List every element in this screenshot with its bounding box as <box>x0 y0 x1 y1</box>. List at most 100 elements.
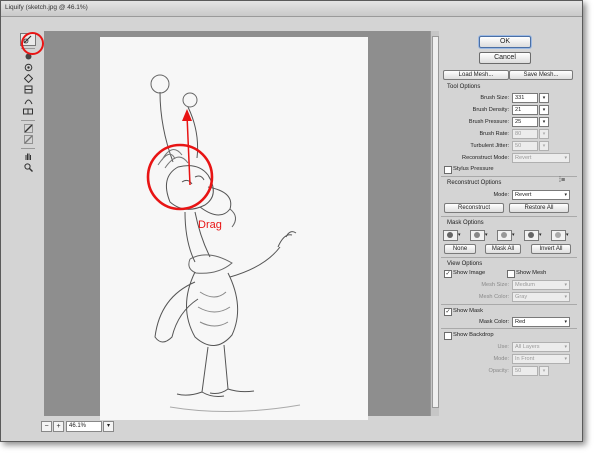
backdrop-opacity-field: 50 <box>512 366 538 376</box>
backdrop-opacity-dropdown-icon: ▾ <box>539 366 549 376</box>
mask-mode-buttons: ▾ ▾ ▾ ▾ ▾ <box>441 230 577 241</box>
ok-button[interactable]: OK <box>479 36 531 48</box>
zoom-in-button[interactable]: + <box>53 421 64 432</box>
add-to-selection-icon[interactable] <box>470 230 485 241</box>
backdrop-use-value: All Layers <box>515 344 540 350</box>
tool-separator <box>21 120 35 121</box>
turbulent-jitter-dropdown-icon: ▾ <box>539 141 549 151</box>
show-backdrop-label: Show Backdrop <box>453 332 494 338</box>
sketch-image[interactable]: Drag <box>100 37 368 420</box>
mask-none-button[interactable]: None <box>444 244 476 254</box>
twirl-tool-icon[interactable] <box>21 62 35 73</box>
scrollbar-thumb[interactable] <box>432 36 439 408</box>
backdrop-mode-select: In Front ▾ <box>512 354 570 364</box>
reconstruct-options-mode-value: Revert <box>515 192 532 198</box>
turbulent-jitter-label: Turbulent Jitter: <box>470 143 509 149</box>
save-mesh-button[interactable]: Save Mesh... <box>509 70 573 80</box>
chevron-down-icon[interactable]: ▾ <box>485 232 488 238</box>
mirror-tool-icon[interactable] <box>21 106 35 117</box>
show-image-checkbox[interactable]: ✓ <box>444 270 452 278</box>
sketch-drawing <box>146 74 301 413</box>
zoom-dropdown-button[interactable]: ▾ <box>103 421 114 432</box>
show-mesh-label: Show Mesh <box>516 270 547 276</box>
tool-highlight-circle <box>21 32 44 55</box>
restore-all-button[interactable]: Restore All <box>509 203 569 213</box>
mask-color-value: Red <box>515 319 526 325</box>
invert-all-button[interactable]: Invert All <box>531 244 571 254</box>
pucker-tool-icon[interactable] <box>21 73 35 84</box>
mesh-color-label: Mesh Color: <box>478 294 509 300</box>
section-divider <box>441 216 577 217</box>
preview-canvas[interactable]: Drag <box>44 31 430 420</box>
brush-size-dropdown-icon[interactable]: ▾ <box>539 93 549 103</box>
cancel-button[interactable]: Cancel <box>479 52 531 64</box>
brush-rate-field: 80 <box>512 129 538 139</box>
chevron-down-icon: ▾ <box>564 344 567 350</box>
load-mesh-button[interactable]: Load Mesh... <box>443 70 509 80</box>
zoom-tool-icon[interactable] <box>21 162 35 173</box>
mask-all-button[interactable]: Mask All <box>485 244 521 254</box>
reconstruct-mode-value: Revert <box>515 155 532 161</box>
stylus-pressure-checkbox[interactable] <box>444 166 452 174</box>
mesh-size-value: Medium <box>515 282 535 288</box>
bloat-tool-icon[interactable] <box>21 84 35 95</box>
section-divider <box>441 304 577 305</box>
chevron-down-icon[interactable]: ▾ <box>458 232 461 238</box>
section-divider <box>441 328 577 329</box>
brush-pressure-field[interactable]: 25 <box>512 117 538 127</box>
reconstruct-options-title: Reconstruct Options <box>447 180 502 186</box>
freeze-mask-tool-icon[interactable] <box>21 123 35 134</box>
tool-strip <box>17 31 39 411</box>
brush-density-label: Brush Density: <box>472 107 509 113</box>
reconstruct-button[interactable]: Reconstruct <box>444 203 504 213</box>
show-mesh-checkbox[interactable] <box>507 270 515 278</box>
chevron-down-icon: ▾ <box>564 155 567 161</box>
brush-pressure-label: Brush Pressure: <box>468 119 509 125</box>
replace-selection-icon[interactable] <box>443 230 458 241</box>
zoom-out-button[interactable]: − <box>41 421 52 432</box>
reconstruct-options-mode-select[interactable]: Revert ▾ <box>512 190 570 200</box>
canvas-scrollbar[interactable] <box>430 31 439 416</box>
thaw-mask-tool-icon[interactable] <box>21 134 35 145</box>
drag-arrowhead <box>182 109 192 121</box>
chevron-down-icon[interactable]: ▾ <box>539 232 542 238</box>
chevron-down-icon[interactable]: ▾ <box>566 232 569 238</box>
backdrop-use-select: All Layers ▾ <box>512 342 570 352</box>
mesh-color-value: Gray <box>515 294 528 300</box>
drag-annotation-label: Drag <box>198 219 222 231</box>
liquify-dialog: Liquify (sketch.jpg @ 46.1%) Drag − + 46… <box>0 0 583 442</box>
reconstruct-mode-label: Reconstruct Mode: <box>462 155 509 161</box>
chevron-down-icon: ▾ <box>564 192 567 198</box>
tool-separator <box>21 148 35 149</box>
zoom-level-field[interactable]: 46.1% <box>66 421 102 432</box>
title-bar[interactable]: Liquify (sketch.jpg @ 46.1%) <box>1 1 582 17</box>
backdrop-opacity-label: Opacity: <box>488 368 509 374</box>
brush-density-field[interactable]: 21 <box>512 105 538 115</box>
show-mask-label: Show Mask <box>453 308 483 314</box>
brush-size-label: Brush Size: <box>480 95 509 101</box>
mesh-size-select: Medium ▾ <box>512 280 570 290</box>
brush-size-field[interactable]: 331 <box>512 93 538 103</box>
brush-rate-label: Brush Rate: <box>479 131 509 137</box>
show-image-label: Show Image <box>453 270 486 276</box>
mask-color-select[interactable]: Red ▾ <box>512 317 570 327</box>
brush-density-dropdown-icon[interactable]: ▾ <box>539 105 549 115</box>
push-left-tool-icon[interactable] <box>21 95 35 106</box>
subtract-from-selection-icon[interactable] <box>497 230 512 241</box>
view-options-title: View Options <box>447 261 483 267</box>
stylus-pressure-label: Stylus Pressure <box>453 166 494 172</box>
section-divider <box>441 257 577 258</box>
intersect-selection-icon[interactable] <box>524 230 539 241</box>
tool-options-title: Tool Options <box>447 84 481 90</box>
zoom-controls: − + 46.1% ▾ <box>41 421 431 432</box>
show-mask-checkbox[interactable]: ✓ <box>444 308 452 316</box>
hand-tool-icon[interactable] <box>21 151 35 162</box>
options-panel: OK Cancel Load Mesh... Save Mesh... Tool… <box>441 31 577 435</box>
drag-arrow <box>186 114 191 186</box>
chevron-down-icon[interactable]: ▾ <box>512 232 515 238</box>
panel-menu-icon[interactable]: ⁞≡ <box>559 177 565 184</box>
invert-selection-icon[interactable] <box>551 230 566 241</box>
brush-pressure-dropdown-icon[interactable]: ▾ <box>539 117 549 127</box>
chevron-down-icon: ▾ <box>564 319 567 325</box>
show-backdrop-checkbox[interactable] <box>444 332 452 340</box>
